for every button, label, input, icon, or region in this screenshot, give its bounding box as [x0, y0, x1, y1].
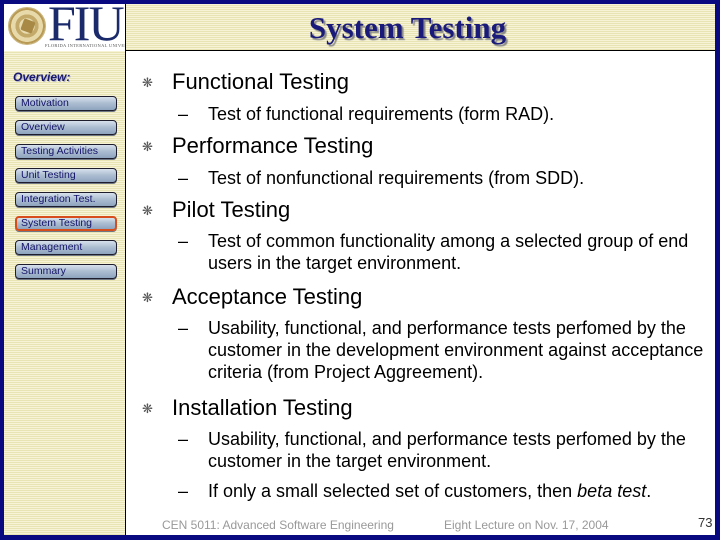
sidebar-item-testing-activities[interactable]: Testing Activities [15, 144, 117, 159]
bullet-title: Performance Testing [172, 133, 374, 158]
sidebar-item-overview[interactable]: Overview [15, 120, 117, 135]
asterisk-bullet-icon: ❋ [142, 290, 153, 305]
bullet-title: Installation Testing [172, 395, 353, 420]
sub-bullet: – Test of nonfunctional requirements (fr… [178, 167, 713, 189]
sub-bullet-text: If only a small selected set of customer… [178, 480, 713, 502]
footer-course: CEN 5011: Advanced Software Engineering [162, 518, 394, 532]
sidebar-item-system-testing[interactable]: System Testing [15, 216, 117, 231]
dash-bullet-icon: – [178, 318, 189, 338]
seal-emblem-icon [20, 18, 36, 34]
slide: FIU FLORIDA INTERNATIONAL UNIVERSITY Sys… [4, 4, 715, 535]
sidebar: Overview: Motivation Overview Testing Ac… [4, 51, 126, 535]
asterisk-bullet-icon: ❋ [142, 401, 153, 416]
dash-bullet-icon: – [178, 168, 189, 188]
sidebar-item-unit-testing[interactable]: Unit Testing [15, 168, 117, 183]
bullet-title: Pilot Testing [172, 197, 291, 222]
sidebar-item-management[interactable]: Management [15, 240, 117, 255]
sub-bullet: – Usability, functional, and performance… [178, 428, 713, 472]
slide-title: System Testing [308, 10, 507, 45]
dash-bullet-icon: – [178, 429, 189, 449]
dash-bullet-icon: – [178, 231, 189, 251]
page-number: 73 [698, 515, 713, 530]
sub-bullet-text: Usability, functional, and performance t… [208, 318, 704, 382]
dash-bullet-icon: – [178, 481, 189, 501]
fiu-logo: FIU FLORIDA INTERNATIONAL UNIVERSITY [4, 4, 126, 51]
sub-bullet: – Test of functional requirements (form … [178, 103, 713, 125]
sub-bullet-text: Usability, functional, and performance t… [208, 429, 686, 471]
sidebar-nav: Motivation Overview Testing Activities U… [15, 96, 117, 288]
sidebar-item-motivation[interactable]: Motivation [15, 96, 117, 111]
sub-bullet: – If only a small selected set of custom… [178, 480, 713, 502]
bullet-title: Functional Testing [172, 69, 349, 94]
sub-bullet-text: Test of common functionality among a sel… [208, 231, 689, 273]
sub-bullet-text: Test of functional requirements (form RA… [208, 104, 555, 124]
asterisk-bullet-icon: ❋ [142, 75, 153, 90]
footer-lecture: Eight Lecture on Nov. 17, 2004 [444, 518, 609, 532]
bullet-title: Acceptance Testing [172, 284, 363, 309]
beta-test-emphasis: beta test [577, 481, 647, 501]
sub-bullet-text-before: If only a small selected set of customer… [208, 481, 578, 501]
slide-content: ❋ Functional Testing – Test of functiona… [128, 51, 715, 535]
sidebar-item-integration-test[interactable]: Integration Test. [15, 192, 117, 207]
university-seal-icon [8, 7, 46, 45]
slide-title-area: System Testing [126, 4, 715, 51]
sub-bullet: – Test of common functionality among a s… [178, 230, 713, 274]
asterisk-bullet-icon: ❋ [142, 203, 153, 218]
asterisk-bullet-icon: ❋ [142, 139, 153, 154]
sub-bullet-text-after: . [646, 481, 652, 501]
logo-text: FIU [48, 4, 125, 51]
sidebar-heading: Overview: [13, 70, 71, 84]
slide-header: FIU FLORIDA INTERNATIONAL UNIVERSITY Sys… [4, 4, 715, 51]
sidebar-item-summary[interactable]: Summary [15, 264, 117, 279]
sub-bullet-text: Test of nonfunctional requirements (from… [208, 168, 585, 188]
dash-bullet-icon: – [178, 104, 189, 124]
sub-bullet: – Usability, functional, and performance… [178, 317, 713, 383]
logo-subtitle: FLORIDA INTERNATIONAL UNIVERSITY [45, 43, 125, 48]
